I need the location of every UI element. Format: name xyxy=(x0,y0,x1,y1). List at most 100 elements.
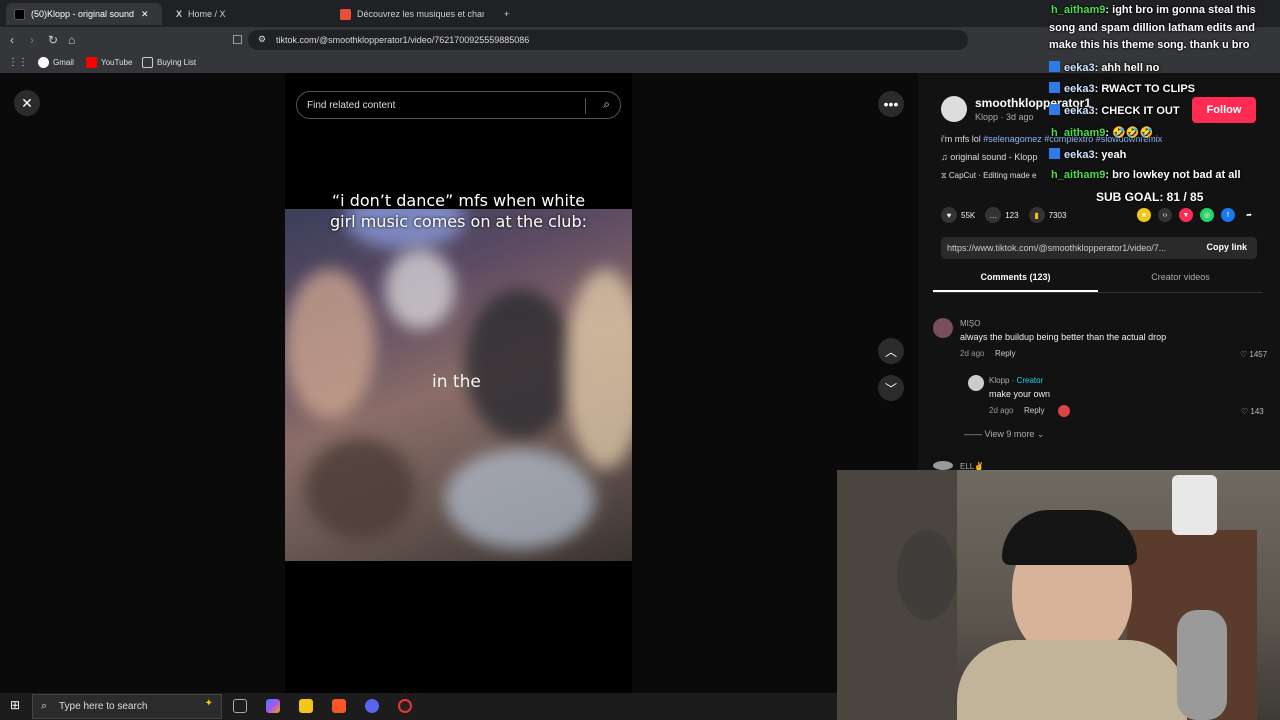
chat-message: song and spam dillion latham edits and xyxy=(1049,22,1255,34)
tab-creator-videos[interactable]: Creator videos xyxy=(1098,272,1263,282)
chevron-down-icon: ﹀ xyxy=(884,381,897,396)
chat-message: eeka3: CHECK IT OUT xyxy=(1049,104,1180,117)
new-tab-button[interactable]: + xyxy=(496,3,517,25)
comment-author[interactable]: MIŞO xyxy=(960,319,980,328)
music-site-icon xyxy=(340,8,351,20)
tab-music[interactable]: Découvrez les musiques et chansons xyxy=(332,3,492,25)
chat-badge-icon xyxy=(1049,61,1060,72)
view-more-replies[interactable]: —— View 9 more ⌄ xyxy=(964,429,1044,440)
tab-label: Découvrez les musiques et chansons xyxy=(357,9,484,19)
person-shape xyxy=(565,269,632,469)
user-meta: Klopp · 3d ago xyxy=(975,112,1034,122)
chat-message: eeka3: yeah xyxy=(1049,148,1126,161)
comment-author[interactable]: Klopp · Creator xyxy=(989,376,1043,385)
comment-icon: … xyxy=(985,207,1002,223)
person-shape xyxy=(445,449,595,549)
search-input[interactable]: Find related content ⌕ xyxy=(296,91,621,119)
person-shape xyxy=(465,289,575,439)
copy-link-button[interactable]: Copy link xyxy=(1206,242,1247,252)
bookmark-gmail[interactable]: Gmail xyxy=(38,57,74,68)
save-button[interactable]: ▮ 7303 xyxy=(1028,207,1066,223)
heart-outline-icon: ♡ xyxy=(1240,350,1250,359)
more-options-button[interactable]: ••• xyxy=(878,91,904,117)
comment-age: 2d ago xyxy=(960,349,985,358)
site-info-icon[interactable]: ⚙ xyxy=(258,34,266,45)
next-video-button[interactable]: ﹀ xyxy=(878,375,904,401)
tab-x[interactable]: X Home / X xyxy=(168,3,328,25)
taskbar-search-input[interactable]: ⌕ Type here to search ✦ xyxy=(32,694,222,719)
close-tab-icon[interactable]: ✕ xyxy=(141,9,149,20)
avatar[interactable] xyxy=(933,461,953,470)
microphone-shape xyxy=(1177,610,1227,720)
close-icon: ✕ xyxy=(21,94,33,111)
sparkle-icon: ✦ xyxy=(204,698,213,709)
capcut-icon: ⧖ xyxy=(941,171,949,180)
chat-badge-icon xyxy=(1049,104,1060,115)
chat-badge-icon xyxy=(1049,148,1060,159)
chat-message: make this his theme song. thank u bro xyxy=(1049,39,1250,51)
send-icon[interactable]: ▼ xyxy=(1179,208,1193,222)
share-icon[interactable]: ➦ xyxy=(1242,208,1256,222)
comments-tabs: Comments (123) Creator videos xyxy=(933,268,1263,293)
fan-shape xyxy=(897,530,957,620)
chat-message: eeka3: RWACT TO CLIPS xyxy=(1049,82,1195,95)
tab-comments[interactable]: Comments (123) xyxy=(933,272,1098,292)
forward-icon[interactable]: › xyxy=(30,33,34,47)
search-placeholder: Find related content xyxy=(307,99,396,111)
reply-button[interactable]: Reply xyxy=(1024,406,1044,415)
follow-button[interactable]: Follow xyxy=(1192,97,1256,123)
file-explorer-icon[interactable] xyxy=(299,699,313,713)
capcut-link[interactable]: ⧖ CapCut · Editing made e xyxy=(941,171,1036,181)
comment-like[interactable]: ♡ 1457 xyxy=(1240,350,1267,359)
chat-badge-icon xyxy=(1049,82,1060,93)
avatar[interactable] xyxy=(941,96,967,122)
home-icon[interactable]: ⌂ xyxy=(68,33,75,47)
reload-icon[interactable]: ↻ xyxy=(48,33,58,47)
whatsapp-icon[interactable]: ◎ xyxy=(1200,208,1214,222)
chat-message: h_aitham9: ight bro im gonna steal this xyxy=(1051,4,1256,16)
sound-link[interactable]: ♫ original sound - Klopp xyxy=(941,152,1037,162)
embed-icon[interactable]: ‹› xyxy=(1158,208,1172,222)
folder-icon xyxy=(142,57,153,68)
discord-icon[interactable] xyxy=(365,699,379,713)
facebook-icon[interactable]: f xyxy=(1221,208,1235,222)
bookmark-icon[interactable]: ☐ xyxy=(232,33,243,47)
search-icon: ⌕ xyxy=(41,700,48,712)
chevron-up-icon: ︿ xyxy=(884,344,897,359)
obs-icon[interactable] xyxy=(398,699,412,713)
tab-tiktok[interactable]: (50)Klopp - original sound | T ✕ xyxy=(6,3,162,25)
person-shape xyxy=(385,249,455,329)
comment-button[interactable]: … 123 xyxy=(985,207,1019,223)
apps-icon[interactable]: ⋮⋮ xyxy=(8,57,28,68)
url-bar[interactable]: ⚙ tiktok.com/@smoothklopperator1/video/7… xyxy=(248,30,968,50)
comment-text: always the buildup being better than the… xyxy=(960,332,1167,342)
stats-row: ♥ 55K … 123 ▮ 7303 xyxy=(941,207,1066,223)
avatar[interactable] xyxy=(968,375,984,391)
comment-like[interactable]: ♡ 143 xyxy=(1241,407,1264,416)
bookmark-youtube[interactable]: YouTube xyxy=(86,57,132,68)
sub-goal: SUB GOAL: 81 / 85 xyxy=(1096,190,1204,204)
like-button[interactable]: ♥ 55K xyxy=(941,207,975,223)
close-video-button[interactable]: ✕ xyxy=(14,90,40,116)
windows-start-icon[interactable]: ⊞ xyxy=(10,698,20,712)
avatar[interactable] xyxy=(933,318,953,338)
link-text: https://www.tiktok.com/@smoothklopperato… xyxy=(947,243,1167,253)
repost-icon[interactable]: ★ xyxy=(1137,208,1151,222)
reply-button[interactable]: Reply xyxy=(995,349,1015,358)
chevron-down-icon: ⌄ xyxy=(1036,429,1045,439)
cap-shape xyxy=(1002,510,1137,565)
task-view-icon[interactable] xyxy=(233,699,247,713)
divider xyxy=(585,98,586,114)
x-icon: X xyxy=(176,9,183,19)
previous-video-button[interactable]: ︿ xyxy=(878,338,904,364)
brave-icon[interactable] xyxy=(332,699,346,713)
more-icon: ••• xyxy=(883,96,899,112)
link-field[interactable]: https://www.tiktok.com/@smoothklopperato… xyxy=(941,237,1257,259)
bookmark-buying-list[interactable]: Buying List xyxy=(142,57,196,68)
copilot-icon[interactable] xyxy=(266,699,280,713)
back-icon[interactable]: ‹ xyxy=(10,33,14,47)
search-icon[interactable]: ⌕ xyxy=(603,97,610,112)
chat-message: h_aitham9: bro lowkey not bad at all xyxy=(1051,169,1241,181)
whey-container xyxy=(1172,475,1217,535)
video-caption: “i don’t dance” mfs when white girl musi… xyxy=(330,191,587,231)
